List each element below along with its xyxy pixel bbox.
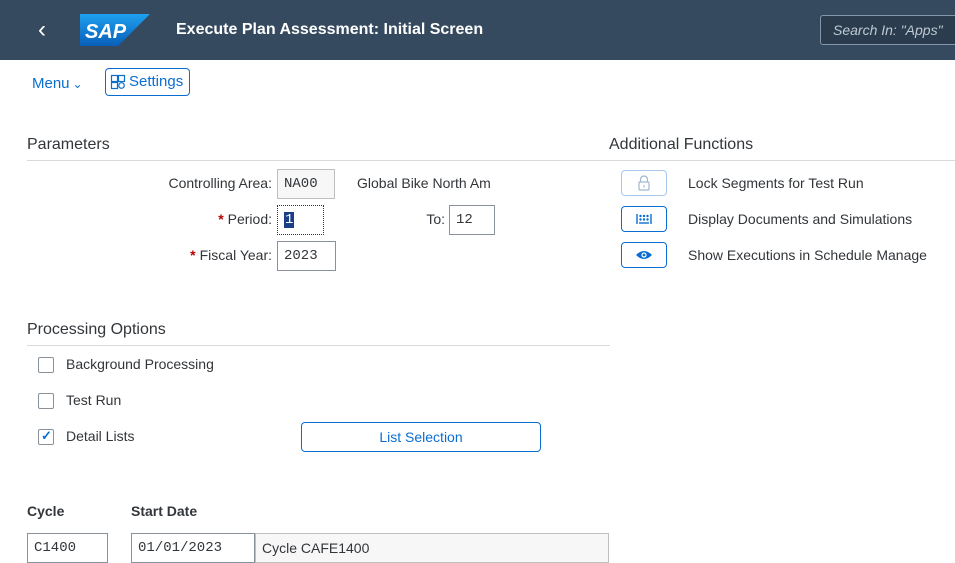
- lock-icon: [638, 175, 650, 191]
- start-date-field[interactable]: 01/01/2023: [131, 533, 255, 563]
- required-marker: *: [190, 247, 196, 263]
- processing-options-divider: [27, 345, 610, 346]
- shell-bar: ‹ SAP Execute Plan Assessment: Initial S…: [0, 0, 955, 60]
- controlling-area-field[interactable]: NA00: [277, 169, 335, 199]
- show-executions-button[interactable]: [621, 242, 667, 268]
- eye-icon: [636, 251, 652, 259]
- back-icon[interactable]: ‹: [38, 16, 58, 44]
- parameters-divider: [27, 160, 610, 161]
- parameters-title: Parameters: [27, 136, 110, 153]
- cycle-description-field: Cycle CAFE1400: [255, 533, 609, 563]
- controlling-area-label: Controlling Area:: [168, 175, 272, 191]
- settings-label: Settings: [129, 73, 184, 90]
- menu-label: Menu: [32, 75, 70, 92]
- cycle-column-header: Cycle: [27, 503, 65, 519]
- additional-functions-divider: [609, 160, 955, 161]
- period-field[interactable]: 1: [277, 205, 324, 235]
- lock-segments-label: Lock Segments for Test Run: [688, 175, 864, 191]
- controlling-area-description: Global Bike North Am: [357, 175, 491, 191]
- test-run-checkbox[interactable]: [38, 393, 54, 409]
- settings-button[interactable]: Settings: [105, 68, 191, 96]
- period-label: * Period:: [130, 211, 272, 227]
- additional-functions-title: Additional Functions: [609, 136, 754, 153]
- fiscal-year-label-text: Fiscal Year:: [199, 247, 272, 263]
- processing-options-title: Processing Options: [27, 321, 166, 338]
- cycle-field[interactable]: C1400: [27, 533, 108, 563]
- detail-lists-label: Detail Lists: [66, 428, 135, 444]
- period-label-text: Period:: [227, 211, 272, 227]
- start-date-column-header: Start Date: [131, 503, 198, 519]
- test-run-label: Test Run: [66, 392, 122, 408]
- background-processing-label: Background Processing: [66, 356, 214, 372]
- required-marker: *: [218, 211, 224, 227]
- list-selection-button[interactable]: List Selection: [301, 422, 541, 452]
- menu-button[interactable]: Menu ⌄: [32, 75, 83, 92]
- toolbar: Menu ⌄ Settings: [0, 60, 955, 110]
- page-title: Execute Plan Assessment: Initial Screen: [176, 21, 484, 38]
- display-documents-label: Display Documents and Simulations: [688, 211, 913, 227]
- search-placeholder: Search In: "Apps": [833, 22, 943, 38]
- period-value: 1: [284, 212, 295, 228]
- chevron-down-icon: ⌄: [72, 77, 83, 91]
- display-documents-button[interactable]: [621, 206, 667, 232]
- period-to-label: To:: [426, 211, 445, 227]
- show-executions-label: Show Executions in Schedule Manage: [688, 247, 927, 263]
- background-processing-checkbox[interactable]: [38, 357, 54, 373]
- documents-icon: [636, 214, 652, 224]
- lock-segments-button[interactable]: [621, 170, 667, 196]
- period-to-field[interactable]: 12: [449, 205, 495, 235]
- settings-icon: [110, 74, 126, 90]
- fiscal-year-field[interactable]: 2023: [277, 241, 336, 271]
- svg-text:SAP: SAP: [85, 21, 127, 43]
- search-input[interactable]: Search In: "Apps": [820, 15, 955, 45]
- fiscal-year-label: * Fiscal Year:: [130, 247, 272, 263]
- detail-lists-checkbox[interactable]: [38, 428, 54, 445]
- sap-logo: SAP: [80, 14, 150, 46]
